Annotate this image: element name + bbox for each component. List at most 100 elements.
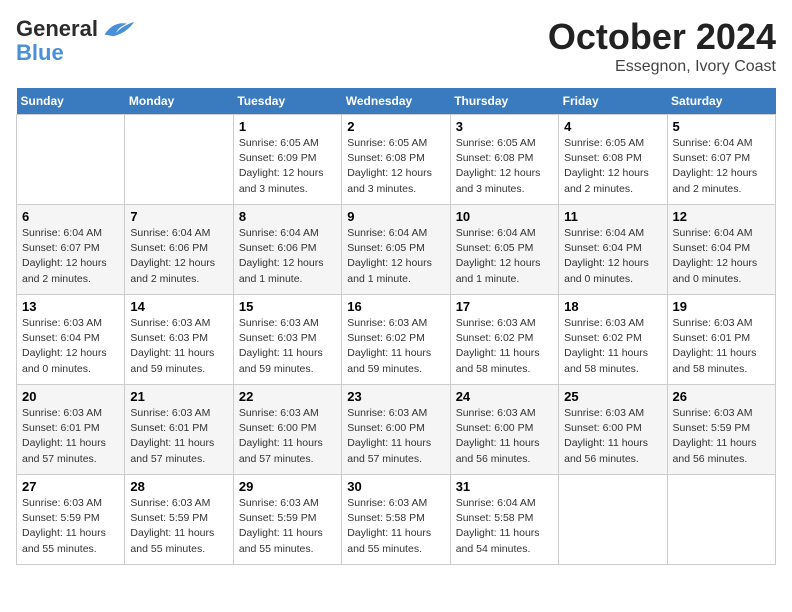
day-info: Sunrise: 6:04 AM Sunset: 6:06 PM Dayligh… <box>239 226 336 287</box>
calendar-table: SundayMondayTuesdayWednesdayThursdayFrid… <box>16 88 776 565</box>
day-info: Sunrise: 6:05 AM Sunset: 6:08 PM Dayligh… <box>456 136 553 197</box>
day-number: 18 <box>564 299 661 314</box>
calendar-week-row: 1Sunrise: 6:05 AM Sunset: 6:09 PM Daylig… <box>17 115 776 205</box>
calendar-cell: 9 Sunrise: 6:04 AM Sunset: 6:05 PM Daylig… <box>342 205 450 295</box>
calendar-cell: 14 Sunrise: 6:03 AM Sunset: 6:03 PM Dayli… <box>125 295 233 385</box>
day-number: 16 <box>347 299 444 314</box>
day-number: 23 <box>347 389 444 404</box>
day-number: 25 <box>564 389 661 404</box>
day-info: Sunrise: 6:04 AM Sunset: 6:05 PM Dayligh… <box>347 226 444 287</box>
day-number: 7 <box>130 209 227 224</box>
day-info: Sunrise: 6:03 AM Sunset: 6:02 PM Dayligh… <box>564 316 661 377</box>
day-info: Sunrise: 6:03 AM Sunset: 6:00 PM Dayligh… <box>564 406 661 467</box>
day-info: Sunrise: 6:03 AM Sunset: 5:59 PM Dayligh… <box>673 406 770 467</box>
day-number: 26 <box>673 389 770 404</box>
calendar-week-row: 6Sunrise: 6:04 AM Sunset: 6:07 PM Daylig… <box>17 205 776 295</box>
day-info: Sunrise: 6:03 AM Sunset: 5:59 PM Dayligh… <box>130 496 227 557</box>
calendar-week-row: 20Sunrise: 6:03 AM Sunset: 6:01 PM Dayli… <box>17 385 776 475</box>
calendar-cell: 7 Sunrise: 6:04 AM Sunset: 6:06 PM Daylig… <box>125 205 233 295</box>
calendar-cell: 30 Sunrise: 6:03 AM Sunset: 5:58 PM Dayli… <box>342 475 450 565</box>
weekday-header-tuesday: Tuesday <box>233 88 341 115</box>
calendar-cell: 2Sunrise: 6:05 AM Sunset: 6:08 PM Daylig… <box>342 115 450 205</box>
day-number: 10 <box>456 209 553 224</box>
weekday-header-saturday: Saturday <box>667 88 775 115</box>
calendar-cell: 31 Sunrise: 6:04 AM Sunset: 5:58 PM Dayli… <box>450 475 558 565</box>
calendar-cell: 25 Sunrise: 6:03 AM Sunset: 6:00 PM Dayli… <box>559 385 667 475</box>
day-info: Sunrise: 6:03 AM Sunset: 6:00 PM Dayligh… <box>347 406 444 467</box>
day-number: 8 <box>239 209 336 224</box>
day-info: Sunrise: 6:04 AM Sunset: 6:07 PM Dayligh… <box>673 136 770 197</box>
day-info: Sunrise: 6:03 AM Sunset: 6:00 PM Dayligh… <box>456 406 553 467</box>
day-number: 15 <box>239 299 336 314</box>
day-info: Sunrise: 6:03 AM Sunset: 6:00 PM Dayligh… <box>239 406 336 467</box>
day-info: Sunrise: 6:04 AM Sunset: 6:05 PM Dayligh… <box>456 226 553 287</box>
month-title: October 2024 <box>548 16 776 58</box>
calendar-cell: 15 Sunrise: 6:03 AM Sunset: 6:03 PM Dayli… <box>233 295 341 385</box>
weekday-header-thursday: Thursday <box>450 88 558 115</box>
day-info: Sunrise: 6:03 AM Sunset: 5:59 PM Dayligh… <box>239 496 336 557</box>
page-header: General Blue October 2024 Essegnon, Ivor… <box>16 16 776 76</box>
calendar-cell: 21 Sunrise: 6:03 AM Sunset: 6:01 PM Dayli… <box>125 385 233 475</box>
calendar-cell: 12 Sunrise: 6:04 AM Sunset: 6:04 PM Dayli… <box>667 205 775 295</box>
day-number: 30 <box>347 479 444 494</box>
weekday-header-friday: Friday <box>559 88 667 115</box>
calendar-cell: 16 Sunrise: 6:03 AM Sunset: 6:02 PM Dayli… <box>342 295 450 385</box>
calendar-cell: 18 Sunrise: 6:03 AM Sunset: 6:02 PM Dayli… <box>559 295 667 385</box>
calendar-cell: 1Sunrise: 6:05 AM Sunset: 6:09 PM Daylig… <box>233 115 341 205</box>
day-info: Sunrise: 6:03 AM Sunset: 6:03 PM Dayligh… <box>130 316 227 377</box>
day-number: 3 <box>456 119 553 134</box>
weekday-header-monday: Monday <box>125 88 233 115</box>
day-info: Sunrise: 6:03 AM Sunset: 6:02 PM Dayligh… <box>456 316 553 377</box>
calendar-cell: 3 Sunrise: 6:05 AM Sunset: 6:08 PM Daylig… <box>450 115 558 205</box>
day-info: Sunrise: 6:04 AM Sunset: 6:06 PM Dayligh… <box>130 226 227 287</box>
day-info: Sunrise: 6:03 AM Sunset: 6:04 PM Dayligh… <box>22 316 119 377</box>
day-number: 17 <box>456 299 553 314</box>
day-number: 29 <box>239 479 336 494</box>
day-number: 14 <box>130 299 227 314</box>
day-info: Sunrise: 6:05 AM Sunset: 6:08 PM Dayligh… <box>564 136 661 197</box>
logo-bird-icon <box>100 16 136 44</box>
day-info: Sunrise: 6:03 AM Sunset: 5:58 PM Dayligh… <box>347 496 444 557</box>
calendar-cell: 28Sunrise: 6:03 AM Sunset: 5:59 PM Dayli… <box>125 475 233 565</box>
day-number: 31 <box>456 479 553 494</box>
weekday-header-wednesday: Wednesday <box>342 88 450 115</box>
calendar-week-row: 27Sunrise: 6:03 AM Sunset: 5:59 PM Dayli… <box>17 475 776 565</box>
day-number: 5 <box>673 119 770 134</box>
weekday-header-row: SundayMondayTuesdayWednesdayThursdayFrid… <box>17 88 776 115</box>
calendar-cell <box>667 475 775 565</box>
day-info: Sunrise: 6:05 AM Sunset: 6:09 PM Dayligh… <box>239 136 336 197</box>
day-number: 12 <box>673 209 770 224</box>
day-info: Sunrise: 6:03 AM Sunset: 6:01 PM Dayligh… <box>130 406 227 467</box>
calendar-cell: 8 Sunrise: 6:04 AM Sunset: 6:06 PM Daylig… <box>233 205 341 295</box>
calendar-cell: 5 Sunrise: 6:04 AM Sunset: 6:07 PM Daylig… <box>667 115 775 205</box>
day-number: 6 <box>22 209 119 224</box>
day-info: Sunrise: 6:03 AM Sunset: 6:02 PM Dayligh… <box>347 316 444 377</box>
day-number: 9 <box>347 209 444 224</box>
day-info: Sunrise: 6:03 AM Sunset: 6:01 PM Dayligh… <box>673 316 770 377</box>
calendar-cell: 17 Sunrise: 6:03 AM Sunset: 6:02 PM Dayli… <box>450 295 558 385</box>
logo: General Blue <box>16 16 136 66</box>
day-number: 24 <box>456 389 553 404</box>
calendar-cell: 4 Sunrise: 6:05 AM Sunset: 6:08 PM Daylig… <box>559 115 667 205</box>
calendar-cell <box>125 115 233 205</box>
day-info: Sunrise: 6:04 AM Sunset: 6:04 PM Dayligh… <box>564 226 661 287</box>
day-info: Sunrise: 6:03 AM Sunset: 6:01 PM Dayligh… <box>22 406 119 467</box>
day-number: 11 <box>564 209 661 224</box>
calendar-cell: 19Sunrise: 6:03 AM Sunset: 6:01 PM Dayli… <box>667 295 775 385</box>
calendar-cell: 23 Sunrise: 6:03 AM Sunset: 6:00 PM Dayli… <box>342 385 450 475</box>
calendar-cell: 20Sunrise: 6:03 AM Sunset: 6:01 PM Dayli… <box>17 385 125 475</box>
location-title: Essegnon, Ivory Coast <box>548 58 776 76</box>
calendar-cell: 29 Sunrise: 6:03 AM Sunset: 5:59 PM Dayli… <box>233 475 341 565</box>
calendar-cell <box>559 475 667 565</box>
weekday-header-sunday: Sunday <box>17 88 125 115</box>
day-info: Sunrise: 6:03 AM Sunset: 6:03 PM Dayligh… <box>239 316 336 377</box>
calendar-cell: 22Sunrise: 6:03 AM Sunset: 6:00 PM Dayli… <box>233 385 341 475</box>
day-number: 21 <box>130 389 227 404</box>
calendar-cell: 26 Sunrise: 6:03 AM Sunset: 5:59 PM Dayli… <box>667 385 775 475</box>
day-number: 4 <box>564 119 661 134</box>
calendar-cell <box>17 115 125 205</box>
day-info: Sunrise: 6:04 AM Sunset: 6:04 PM Dayligh… <box>673 226 770 287</box>
day-number: 2 <box>347 119 444 134</box>
day-info: Sunrise: 6:04 AM Sunset: 5:58 PM Dayligh… <box>456 496 553 557</box>
day-info: Sunrise: 6:03 AM Sunset: 5:59 PM Dayligh… <box>22 496 119 557</box>
